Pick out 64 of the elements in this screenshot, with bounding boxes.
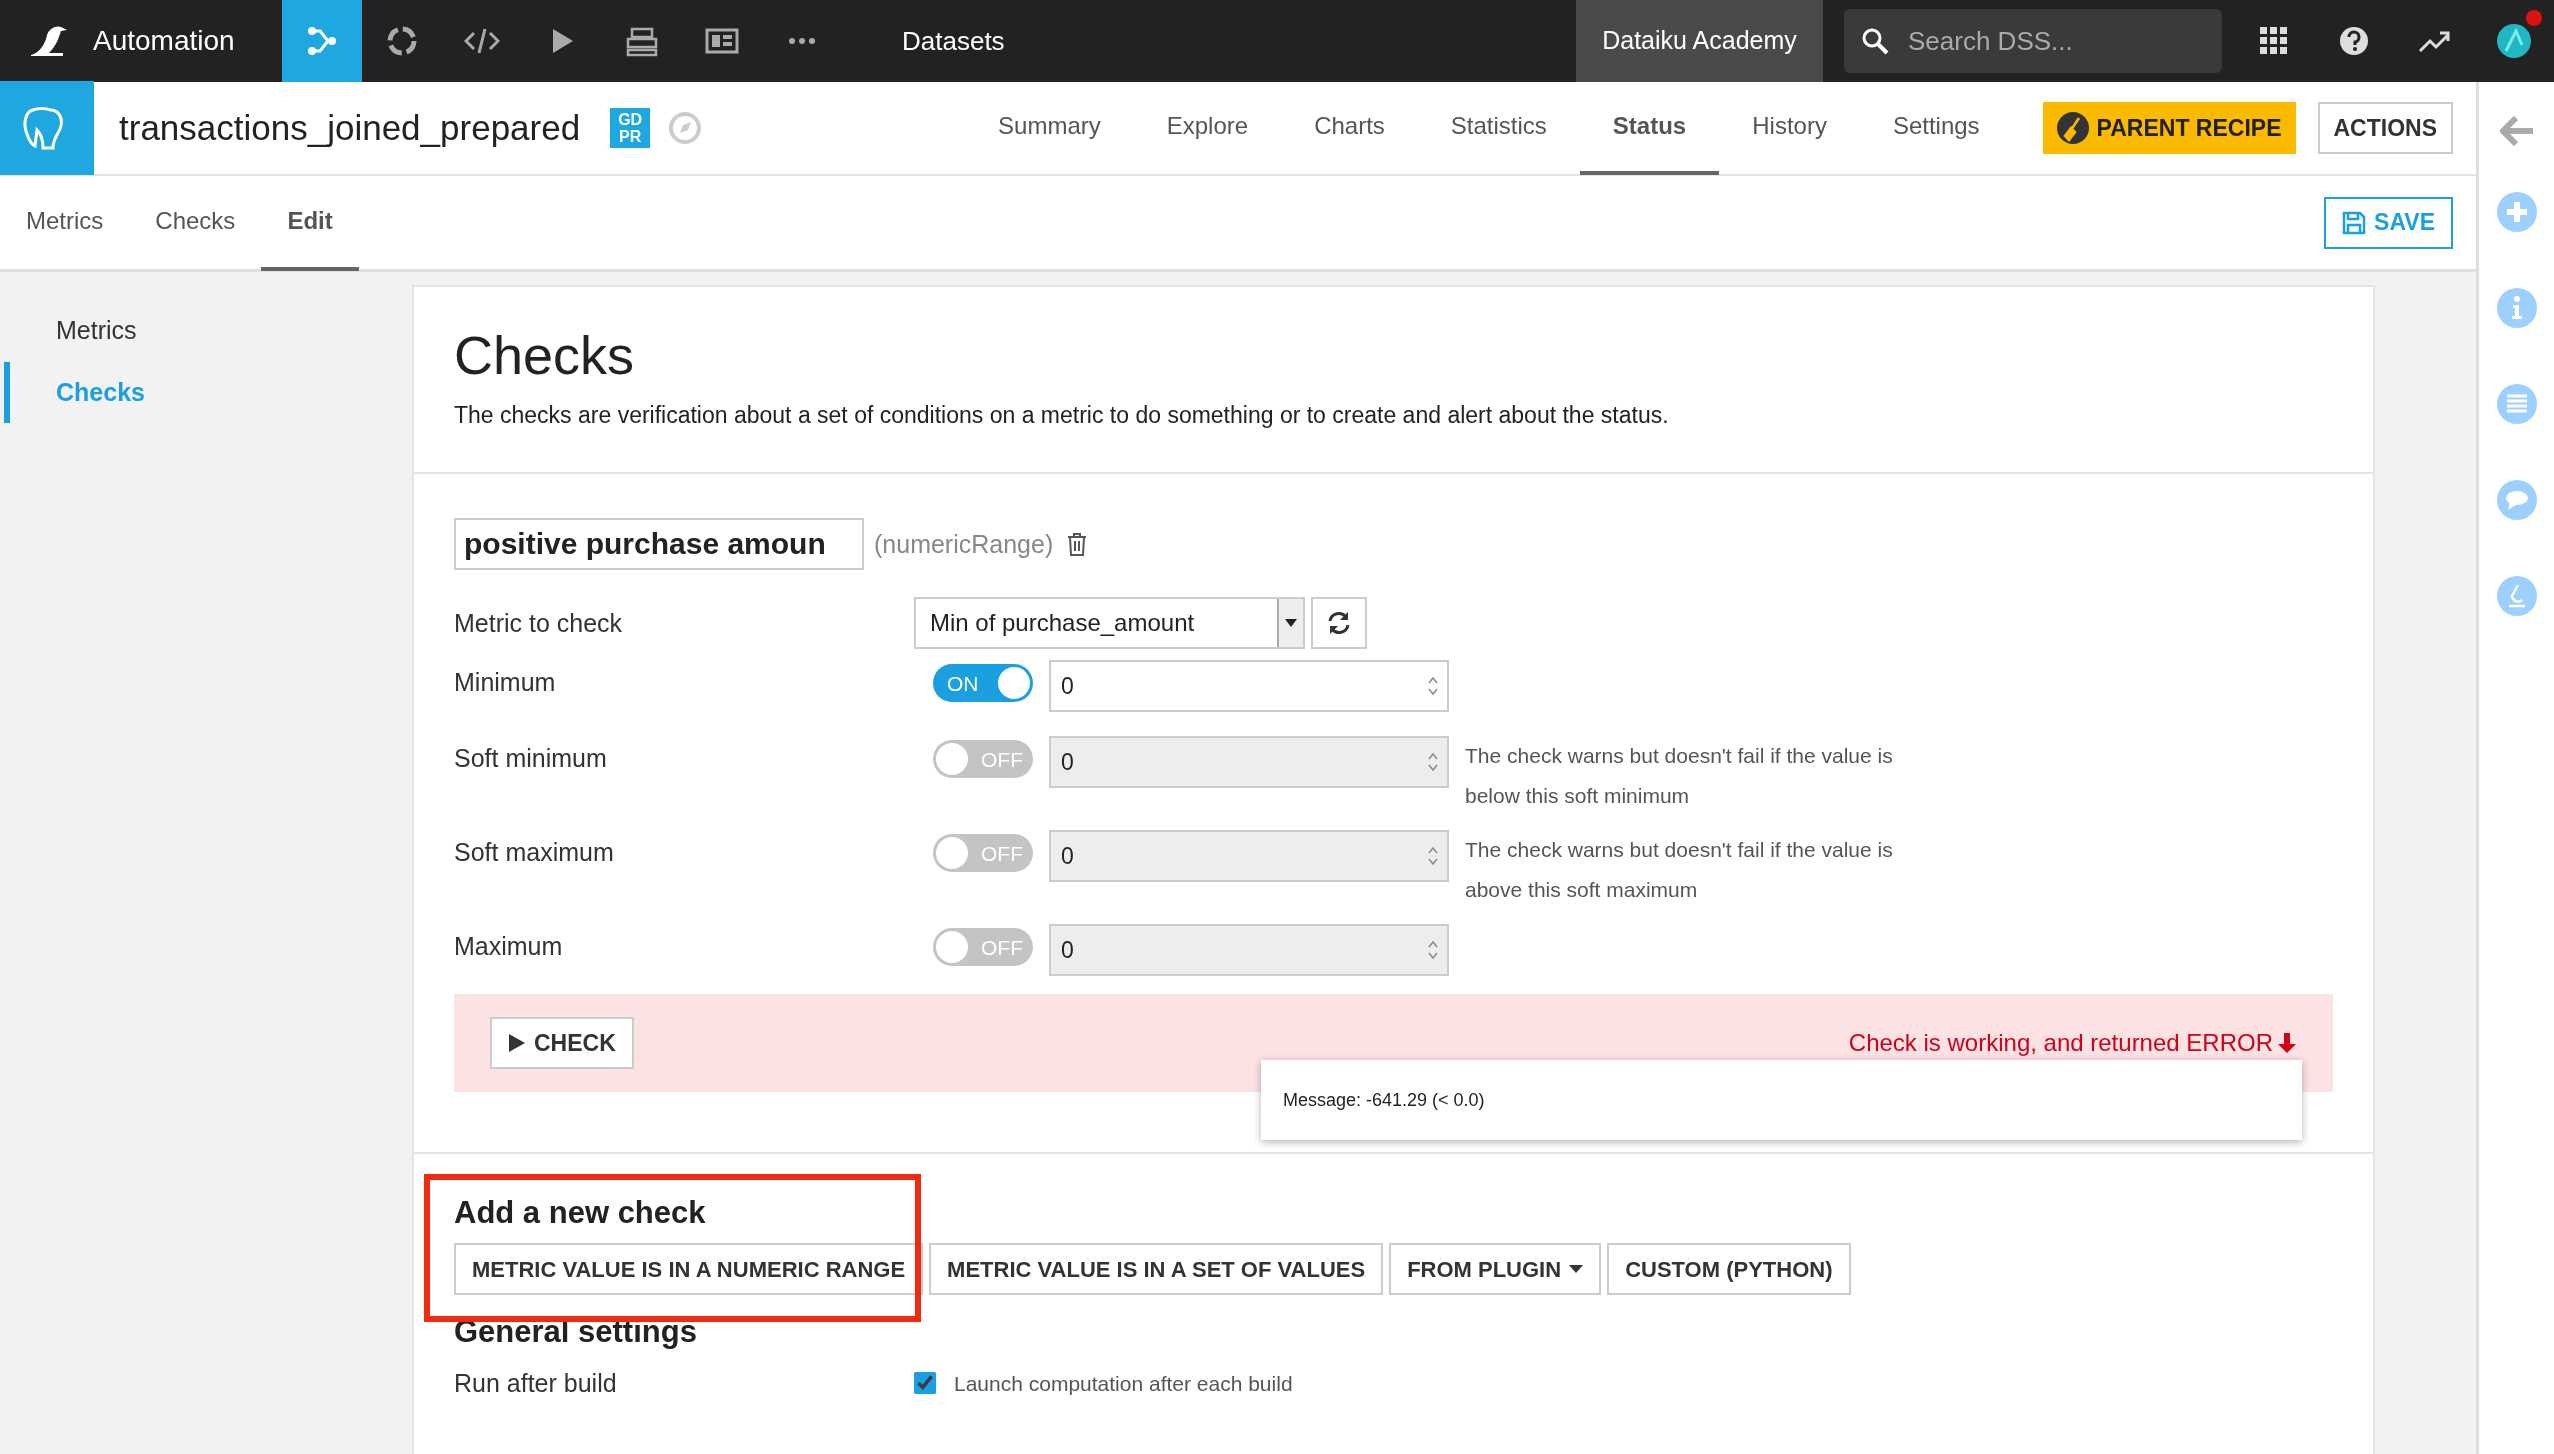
number-field[interactable]: 0 <box>1049 660 1449 713</box>
search-icon <box>1860 26 1890 56</box>
section-title: Checks <box>454 324 636 387</box>
add-icon <box>2496 192 2537 232</box>
gdpr-badge: GD PR <box>610 108 651 148</box>
tab[interactable]: Metrics <box>0 174 130 271</box>
error-message-popover: Message: -641.29 (< 0.0) <box>1261 1060 2302 1141</box>
field-label: Metric to check <box>454 607 624 639</box>
refresh-icon <box>1326 610 1352 637</box>
trash-icon[interactable] <box>1067 532 1088 557</box>
field-label: Minimum <box>454 667 557 699</box>
field-label: Maximum <box>454 931 564 963</box>
tab[interactable]: Statistics <box>1417 81 1580 175</box>
broom-icon <box>2056 112 2089 144</box>
spinner-icon[interactable] <box>1427 845 1439 868</box>
section-description: The checks are verification about a set of conditions on a metric to do something or to create and alert about the status. <box>454 400 1670 430</box>
error-status: Check is working, and returned ERROR <box>1848 1028 2273 1059</box>
add-check-button[interactable]: CUSTOM (PYTHON) <box>1607 1243 1851 1296</box>
check-type: (numericRange) <box>874 528 1054 560</box>
help-icon <box>2338 25 2370 57</box>
sidebar-item[interactable]: Metrics <box>4 300 412 362</box>
checkbox-label: Launch computation after each build <box>954 1370 1293 1397</box>
help-text: The check warns but doesn't fail if the value is below this soft minimum <box>1465 743 1894 810</box>
tab[interactable]: History <box>1719 81 1860 175</box>
tab[interactable]: Settings <box>1859 81 2013 175</box>
chat-bubble-icon <box>2496 480 2537 520</box>
refresh-button[interactable] <box>1311 597 1367 650</box>
caret-icon <box>1285 619 1297 628</box>
spinner-icon[interactable] <box>1427 939 1439 962</box>
down-arrow-icon <box>2277 1032 2297 1055</box>
section-title: General settings <box>454 1313 698 1351</box>
check-name-field[interactable]: positive purchase amoun <box>454 518 864 571</box>
checkbox[interactable] <box>914 1372 936 1395</box>
add-check-button[interactable]: METRIC VALUE IS IN A NUMERIC RANGE <box>454 1243 924 1296</box>
metric-dropdown[interactable]: Min of purchase_amount <box>914 597 1305 650</box>
avatar-icon[interactable] <box>2496 23 2532 59</box>
dataset-name: transactions_joined_prepared <box>119 106 581 149</box>
list-icon <box>2496 384 2537 424</box>
tab[interactable]: Checks <box>129 174 262 271</box>
field-label: Soft minimum <box>454 743 608 775</box>
spinner-icon[interactable] <box>1427 751 1439 774</box>
project-name[interactable]: Automation <box>93 20 282 62</box>
check-button[interactable]: CHECK <box>490 1017 634 1070</box>
apps-grid-icon <box>2258 25 2290 57</box>
section-title: Add a new check <box>454 1194 707 1232</box>
caret-icon <box>1569 1265 1584 1274</box>
actions-button[interactable]: ACTIONS <box>2317 102 2453 154</box>
more-icon <box>789 38 815 44</box>
help-text: The check warns but doesn't fail if the value is above this soft maximum <box>1465 837 1894 904</box>
field-label: Soft maximum <box>454 837 615 869</box>
info-icon <box>2496 288 2537 328</box>
tab[interactable]: Summary <box>965 81 1134 175</box>
tab[interactable]: Charts <box>1281 81 1418 175</box>
spinner-icon[interactable] <box>1427 675 1439 698</box>
tab[interactable]: Edit <box>261 174 359 271</box>
tab[interactable]: Explore <box>1133 81 1282 175</box>
play-icon <box>508 1033 526 1054</box>
field-label: Run after build <box>454 1367 618 1399</box>
parent-recipe-button[interactable]: PARENT RECIPE <box>2042 102 2296 154</box>
instance-button[interactable]: Dataiku Academy <box>1576 0 1823 82</box>
add-check-button[interactable]: METRIC VALUE IS IN A SET OF VALUES <box>929 1243 1384 1296</box>
dropdown-button[interactable]: FROM PLUGIN <box>1389 1243 1602 1296</box>
section-title[interactable]: Datasets <box>902 21 1005 61</box>
search-field[interactable]: Search DSS... <box>1844 9 2222 73</box>
